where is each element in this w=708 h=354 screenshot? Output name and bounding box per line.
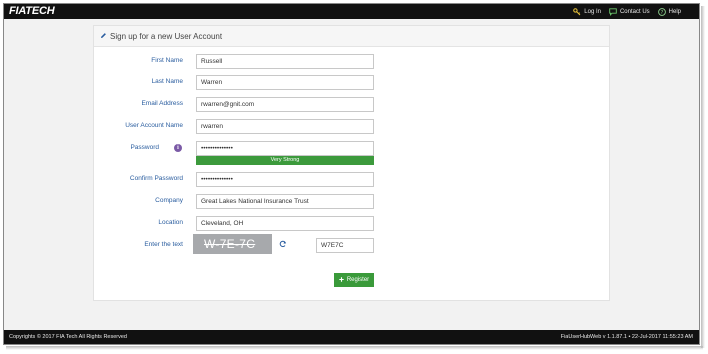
captcha-label: Enter the text: [144, 241, 183, 248]
info-icon[interactable]: i: [174, 144, 182, 152]
nav-contact-label: Contact Us: [619, 8, 650, 15]
nav-help-label: Help: [668, 8, 681, 15]
browser-page: FIATECH Log In Contact Us ? Help Sign up…: [3, 3, 700, 345]
refresh-icon[interactable]: [279, 240, 287, 250]
panel-header: Sign up for a new User Account: [94, 26, 609, 47]
password-label: Password: [130, 144, 159, 151]
company-label: Company: [155, 197, 183, 204]
register-label: Register: [346, 277, 370, 283]
page-shadow-right: [701, 6, 705, 348]
username-input[interactable]: rwarren: [196, 119, 374, 134]
password-row: Password i •••••••••••••• Very Strong: [94, 141, 609, 165]
password-strength-bar: Very Strong: [196, 156, 374, 165]
svg-text:?: ?: [660, 10, 663, 16]
username-row: User Account Name rwarren: [94, 119, 609, 134]
email-input[interactable]: rwarren@gnit.com: [196, 97, 374, 112]
password-input[interactable]: ••••••••••••••: [196, 141, 374, 156]
panel-title: Sign up for a new User Account: [110, 31, 223, 41]
first-name-row: First Name Russell: [94, 54, 609, 69]
captcha-image: W-7E-7C: [193, 234, 272, 254]
pencil-icon: [100, 32, 107, 41]
nav-help-link[interactable]: ? Help: [657, 7, 681, 16]
last-name-row: Last Name Warren: [94, 75, 609, 90]
footer: Copyrights © 2017 FIA Tech All Rights Re…: [4, 330, 699, 344]
help-icon: ?: [657, 7, 666, 16]
copyright-text: Copyrights © 2017 FIA Tech All Rights Re…: [9, 334, 127, 340]
nav-login-label: Log In: [584, 8, 601, 15]
register-button[interactable]: Register: [334, 273, 374, 287]
first-name-input[interactable]: Russell: [196, 54, 374, 69]
confirm-password-input[interactable]: ••••••••••••••: [196, 172, 374, 187]
email-row: Email Address rwarren@gnit.com: [94, 97, 609, 112]
confirm-password-row: Confirm Password ••••••••••••••: [94, 172, 609, 187]
location-input[interactable]: Cleveland, OH: [196, 216, 374, 231]
page-shadow-bottom: [6, 346, 703, 350]
first-name-label: First Name: [151, 57, 183, 64]
location-row: Location Cleveland, OH: [94, 216, 609, 231]
version-text: FiaUserHubWeb v 1.1.87.1 • 22-Jul-2017 1…: [560, 334, 693, 340]
signup-panel: Sign up for a new User Account First Nam…: [93, 25, 610, 301]
last-name-label: Last Name: [151, 78, 183, 85]
location-label: Location: [158, 219, 183, 226]
captcha-row: Enter the text W-7E-7C W7E7C: [94, 234, 609, 254]
key-icon: [573, 7, 581, 16]
email-label: Email Address: [141, 100, 183, 107]
chat-icon: [609, 7, 617, 16]
company-row: Company Great Lakes National Insurance T…: [94, 194, 609, 209]
nav-login-link[interactable]: Log In: [573, 7, 601, 16]
plus-icon: [339, 276, 344, 284]
confirm-password-label: Confirm Password: [129, 175, 183, 182]
company-input[interactable]: Great Lakes National Insurance Trust: [196, 194, 374, 209]
last-name-input[interactable]: Warren: [196, 75, 374, 90]
top-nav: Log In Contact Us ? Help: [573, 4, 681, 19]
top-navbar: FIATECH Log In Contact Us ? Help: [4, 4, 699, 19]
captcha-input[interactable]: W7E7C: [316, 238, 374, 253]
fiatech-logo[interactable]: FIATECH: [9, 5, 55, 18]
username-label: User Account Name: [125, 122, 183, 129]
nav-contact-link[interactable]: Contact Us: [609, 7, 650, 16]
